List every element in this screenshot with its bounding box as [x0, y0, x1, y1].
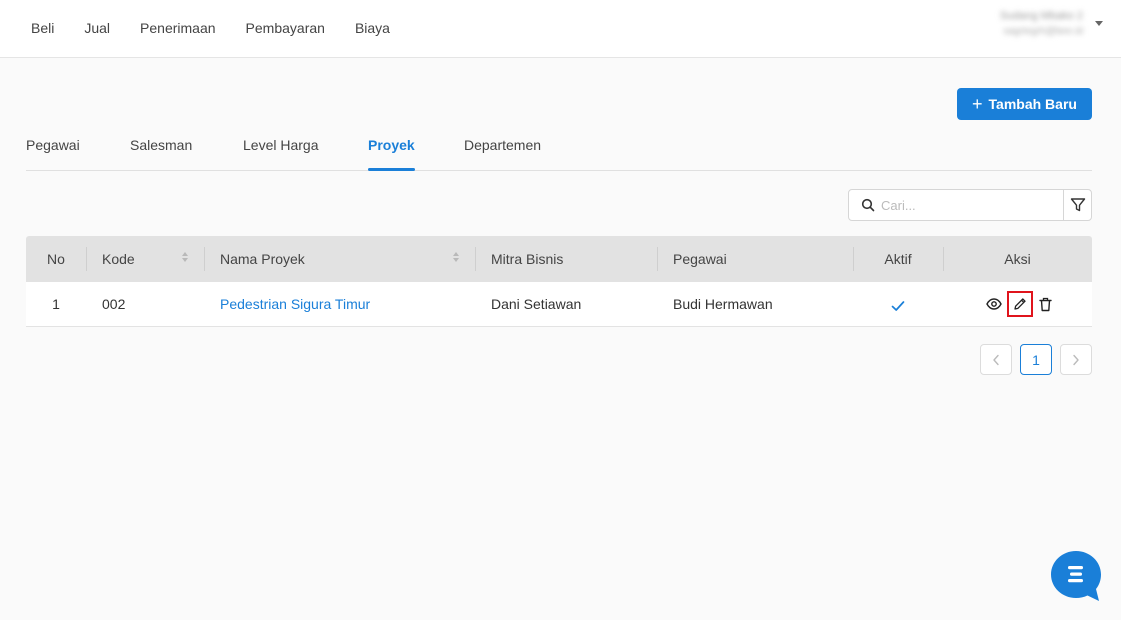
delete-button[interactable]	[1035, 293, 1057, 315]
check-icon	[891, 300, 905, 311]
table-row: 1 002 Pedestrian Sigura Timur Dani Setia…	[26, 282, 1092, 327]
pencil-icon	[1013, 298, 1026, 310]
view-button[interactable]	[983, 293, 1005, 315]
eye-icon	[985, 298, 1002, 310]
header-nama-proyek[interactable]: Nama Proyek	[204, 236, 475, 282]
project-table: No Kode Nama Proyek Mitra Bisnis Pegawai…	[26, 236, 1092, 327]
filter-button[interactable]	[1063, 189, 1092, 221]
header-aktif: Aktif	[853, 236, 943, 282]
tab-proyek[interactable]: Proyek	[368, 137, 415, 171]
tab-salesman[interactable]: Salesman	[130, 137, 192, 171]
add-new-button[interactable]: + Tambah Baru	[957, 88, 1092, 120]
user-email: sagrtegrh@bee.id	[1003, 26, 1083, 37]
chevron-right-icon	[1073, 354, 1079, 365]
nav-item-penerimaan[interactable]: Penerimaan	[140, 20, 216, 36]
caret-down-icon[interactable]	[1095, 20, 1103, 26]
header-kode[interactable]: Kode	[86, 236, 204, 282]
nav-item-pembayaran[interactable]: Pembayaran	[246, 20, 325, 36]
sort-icon[interactable]	[182, 252, 188, 262]
nav-item-biaya[interactable]: Biaya	[355, 20, 390, 36]
header-pegawai: Pegawai	[657, 236, 853, 282]
search-icon	[861, 198, 875, 212]
nav-item-beli[interactable]: Beli	[31, 20, 54, 36]
project-link[interactable]: Pedestrian Sigura Timur	[220, 296, 370, 312]
main-nav: Beli Jual Penerimaan Pembayaran Biaya	[31, 0, 420, 56]
table-header: No Kode Nama Proyek Mitra Bisnis Pegawai…	[26, 236, 1092, 282]
top-bar: Beli Jual Penerimaan Pembayaran Biaya Su…	[0, 0, 1121, 58]
sort-icon[interactable]	[453, 252, 459, 262]
header-no: No	[47, 251, 65, 267]
plus-icon: +	[972, 94, 983, 114]
search-input[interactable]	[881, 197, 1051, 213]
edit-button[interactable]	[1006, 291, 1033, 317]
search-box	[848, 189, 1064, 221]
tab-bar: Pegawai Salesman Level Harga Proyek Depa…	[26, 124, 1092, 171]
cell-nama-proyek: Pedestrian Sigura Timur	[204, 282, 475, 326]
table-body: 1 002 Pedestrian Sigura Timur Dani Setia…	[26, 282, 1092, 327]
tab-departemen[interactable]: Departemen	[464, 137, 541, 171]
user-info: Sudang Mbako 2 sagrtegrh@bee.id	[973, 8, 1083, 40]
user-menu[interactable]: Sudang Mbako 2 sagrtegrh@bee.id	[973, 8, 1103, 40]
cell-kode: 002	[102, 296, 126, 312]
row-actions	[983, 291, 1057, 317]
cell-aksi	[943, 282, 1092, 326]
prev-page-button[interactable]	[980, 344, 1012, 375]
chat-button[interactable]	[1049, 549, 1103, 603]
chat-icon	[1051, 551, 1101, 601]
header-aksi: Aksi	[943, 236, 1092, 282]
cell-no: 1	[52, 296, 60, 312]
next-page-button[interactable]	[1060, 344, 1092, 375]
cell-mitra-bisnis: Dani Setiawan	[491, 296, 582, 312]
trash-icon	[1039, 297, 1052, 311]
chevron-left-icon	[993, 354, 999, 365]
user-name: Sudang Mbako 2	[999, 10, 1083, 22]
tab-level-harga[interactable]: Level Harga	[243, 137, 319, 171]
page-1-button[interactable]: 1	[1020, 344, 1052, 375]
nav-item-jual[interactable]: Jual	[84, 20, 110, 36]
filter-icon	[1070, 198, 1085, 212]
tab-pegawai[interactable]: Pegawai	[26, 137, 80, 171]
header-mitra-bisnis: Mitra Bisnis	[475, 236, 657, 282]
add-new-label: Tambah Baru	[988, 96, 1077, 112]
cell-pegawai: Budi Hermawan	[673, 296, 773, 312]
cell-aktif	[853, 282, 943, 326]
